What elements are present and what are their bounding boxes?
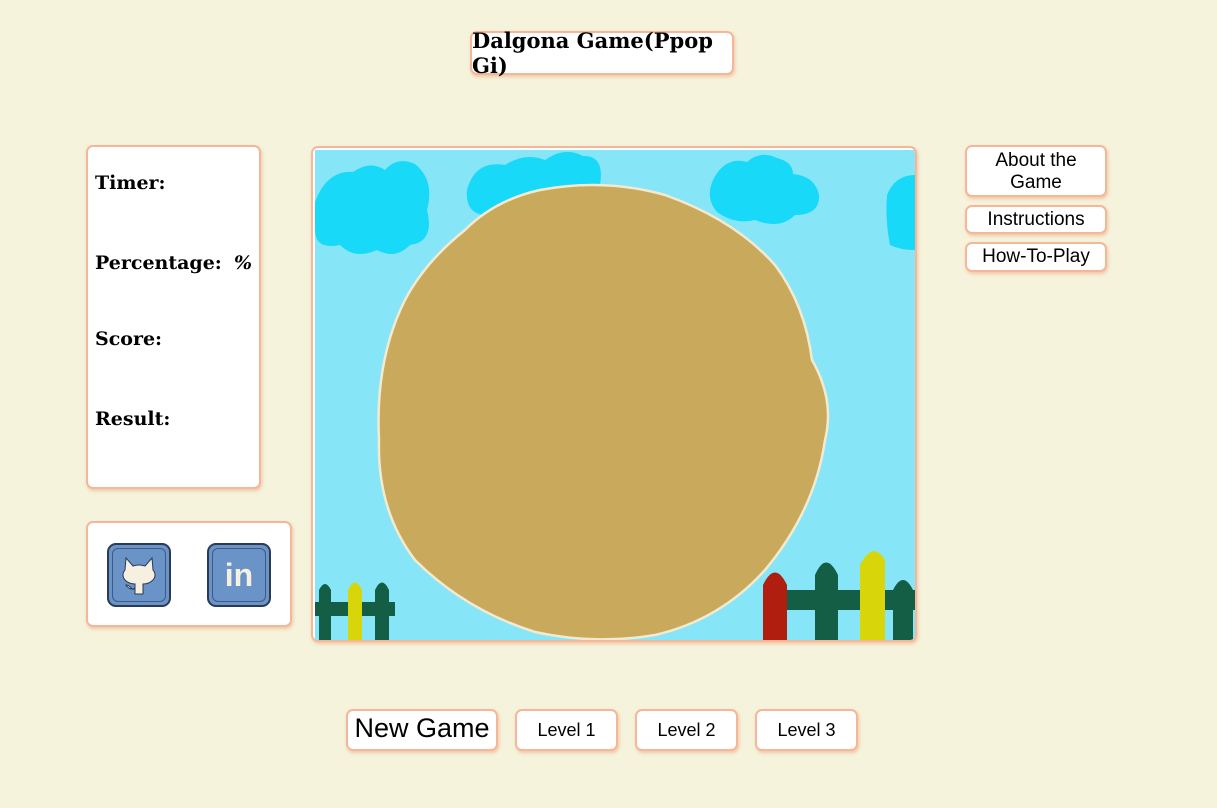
about-the-game-button[interactable]: About the Game	[965, 145, 1107, 197]
percentage-label: Percentage:	[95, 252, 222, 274]
github-octocat-icon	[112, 548, 166, 602]
linkedin-link-button[interactable]: in	[207, 543, 271, 607]
score-label: Score:	[95, 328, 163, 350]
how-to-play-button[interactable]: How-To-Play	[965, 242, 1107, 272]
page-title: Dalgona Game(Ppop Gi)	[470, 28, 734, 78]
github-link-button[interactable]	[107, 543, 171, 607]
level-3-button[interactable]: Level 3	[755, 709, 858, 751]
dalgona-scene	[315, 150, 915, 640]
level-2-button[interactable]: Level 2	[635, 709, 738, 751]
dalgona-candy	[377, 183, 830, 640]
timer-label: Timer:	[95, 172, 166, 194]
linkedin-text: in	[224, 556, 254, 593]
level-1-button[interactable]: Level 1	[515, 709, 618, 751]
game-canvas[interactable]	[311, 146, 917, 642]
linkedin-icon: in	[212, 548, 266, 602]
fence-left	[315, 582, 395, 640]
percentage-unit: %	[234, 252, 253, 274]
stats-panel: Timer: Percentage: % Score: Result:	[86, 145, 261, 489]
new-game-button[interactable]: New Game	[346, 709, 498, 751]
instructions-button[interactable]: Instructions	[965, 205, 1107, 234]
result-label: Result:	[95, 408, 171, 430]
social-links-panel: in	[86, 521, 292, 627]
